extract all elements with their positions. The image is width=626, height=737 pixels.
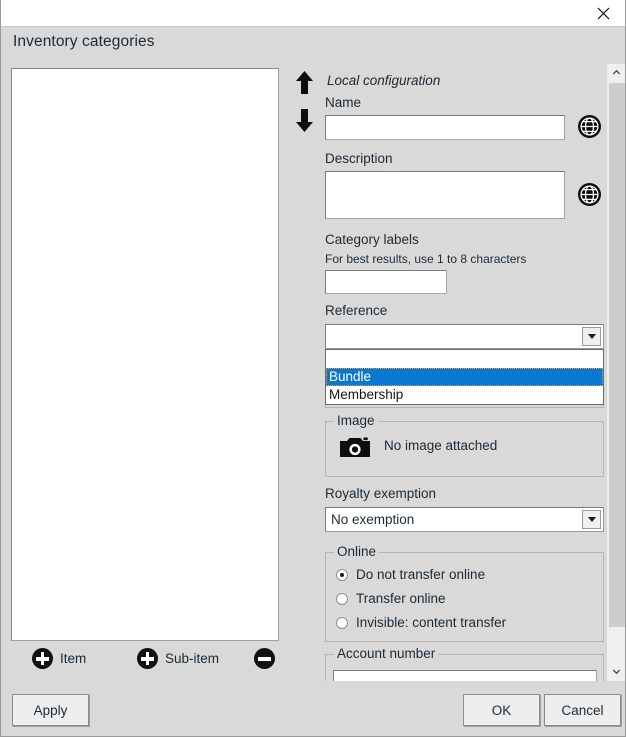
dropdown-option-bundle[interactable]: Bundle (326, 368, 603, 386)
cancel-button[interactable]: Cancel (544, 694, 621, 726)
chevron-down-icon (587, 517, 596, 522)
description-input[interactable] (325, 171, 565, 219)
inventory-categories-dialog: Inventory categories Item Sub-item Apply… (0, 0, 626, 737)
name-label: Name (325, 95, 362, 110)
radio-do-not-transfer-online[interactable]: Do not transfer online (336, 567, 485, 582)
close-button[interactable] (583, 0, 623, 26)
add-item-label: Item (60, 651, 87, 666)
reference-dropdown-list[interactable]: Bundle Membership (325, 349, 604, 405)
radio-label: Do not transfer online (356, 567, 486, 582)
camera-button[interactable] (340, 436, 370, 459)
radio-button-icon (336, 616, 348, 629)
globe-icon (577, 115, 602, 143)
add-subitem-label: Sub-item (165, 651, 220, 666)
image-group: Image No image attached (325, 413, 604, 477)
move-buttons (290, 68, 318, 140)
chevron-up-icon (612, 64, 621, 82)
description-label: Description (325, 151, 393, 166)
reference-label: Reference (325, 303, 388, 318)
plus-circle-icon (32, 648, 53, 669)
online-group: Online Do not transfer online Transfer o… (325, 544, 604, 642)
add-subitem-button[interactable]: Sub-item (137, 648, 219, 669)
chevron-down-icon (612, 663, 621, 681)
move-up-button[interactable] (290, 70, 318, 100)
dropdown-option-blank[interactable] (326, 350, 603, 368)
radio-button-icon (336, 568, 348, 581)
camera-icon (340, 437, 370, 463)
radio-transfer-online[interactable]: Transfer online (336, 591, 446, 606)
radio-button-icon (336, 592, 348, 605)
arrow-down-icon (295, 108, 314, 138)
royalty-exemption-dropdown-button[interactable] (582, 510, 601, 529)
page-title: Inventory categories (13, 33, 155, 50)
radio-label: Invisible: content transfer (356, 615, 507, 630)
tree-action-bar: Item Sub-item (1, 646, 301, 680)
category-labels-input[interactable] (325, 270, 447, 294)
scroll-down-button[interactable] (607, 663, 626, 681)
account-number-group: Account number (325, 646, 604, 681)
radio-invisible-content-transfer[interactable]: Invisible: content transfer (336, 615, 506, 630)
ok-button[interactable]: OK (463, 694, 540, 726)
scrollbar-thumb[interactable] (609, 83, 625, 627)
radio-label: Transfer online (356, 591, 446, 606)
add-item-button[interactable]: Item (32, 648, 86, 669)
image-status-text: No image attached (384, 438, 498, 453)
name-input[interactable] (325, 115, 565, 140)
globe-icon (577, 183, 602, 211)
account-number-input[interactable] (333, 670, 597, 681)
royalty-exemption-label: Royalty exemption (325, 486, 437, 501)
image-group-legend: Image (334, 413, 378, 428)
description-translate-button[interactable] (577, 182, 602, 207)
royalty-exemption-value: No exemption (331, 512, 415, 527)
arrow-up-icon (295, 70, 314, 100)
scroll-up-button[interactable] (607, 64, 626, 82)
category-tree-list[interactable] (11, 68, 279, 641)
chevron-down-icon (587, 334, 596, 339)
apply-button[interactable]: Apply (12, 694, 89, 726)
form-scrollbar[interactable] (606, 64, 625, 681)
name-translate-button[interactable] (577, 114, 602, 139)
close-icon (597, 7, 610, 20)
remove-item-button[interactable] (254, 648, 282, 669)
account-number-legend: Account number (334, 646, 439, 661)
plus-circle-icon (137, 648, 158, 669)
configuration-pane: Local configuration Name Description Cat… (322, 66, 606, 681)
category-labels-label: Category labels (325, 232, 419, 247)
reference-combobox[interactable] (325, 324, 604, 349)
title-bar (1, 0, 625, 27)
reference-dropdown-button[interactable] (582, 327, 601, 346)
royalty-exemption-combobox[interactable]: No exemption (325, 507, 604, 532)
move-down-button[interactable] (290, 108, 318, 138)
category-labels-hint: For best results, use 1 to 8 characters (325, 252, 527, 266)
online-group-legend: Online (334, 544, 380, 559)
local-configuration-heading: Local configuration (327, 73, 441, 88)
dropdown-option-membership[interactable]: Membership (326, 386, 603, 404)
minus-circle-icon (254, 648, 275, 669)
